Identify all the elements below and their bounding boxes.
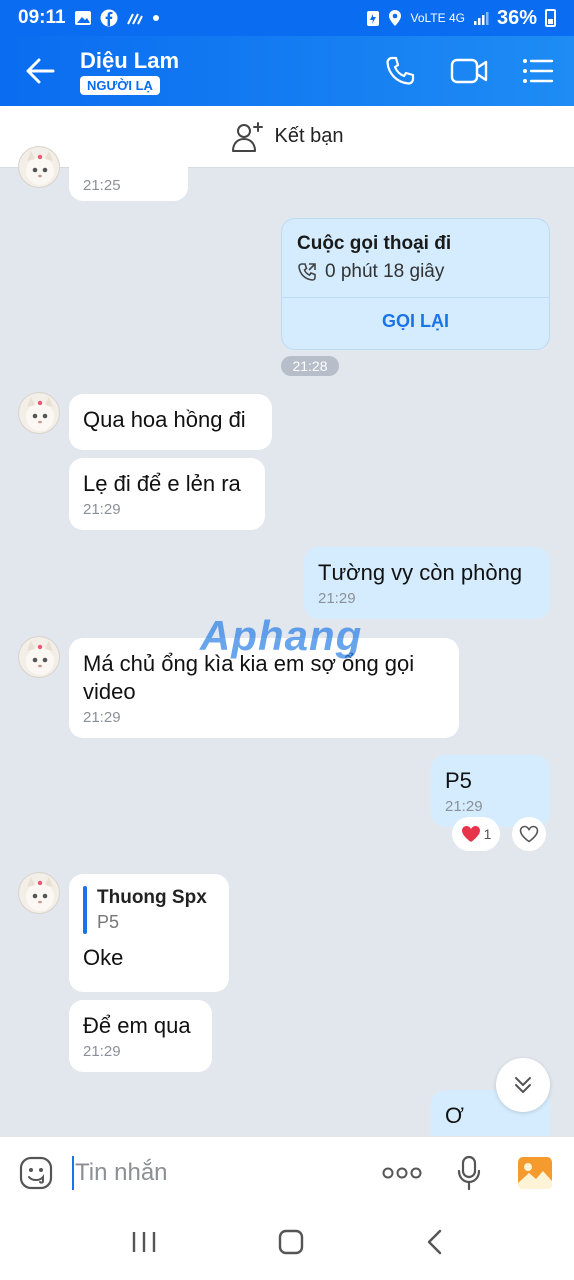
avatar[interactable] [18,872,60,914]
message-time: 21:25 [83,177,121,194]
message-time: 21:29 [83,501,121,518]
message-time: 21:29 [445,798,483,815]
phone-outgoing-icon [298,263,316,281]
signal-slash-icon [126,13,143,25]
microphone-icon[interactable] [456,1155,482,1191]
status-notification-icons [74,9,160,27]
call-log-card: Cuộc gọi thoại đi 0 phút 18 giây GỌI LẠI [281,218,550,350]
message-time: 21:29 [83,1043,121,1060]
add-friend-label: Kết bạn [274,125,344,147]
call-duration-text: 0 phút 18 giây [325,261,445,282]
message-bubble[interactable]: P5 21:29 [431,755,550,827]
message-bubble[interactable]: Để em qua 21:29 [69,1000,212,1072]
header-actions [384,55,574,87]
image-icon[interactable] [516,1155,554,1191]
stranger-badge: NGƯỜI LẠ [80,75,160,95]
call-back-button[interactable]: GỌI LẠI [282,311,549,332]
message-text: Ơ [445,1103,464,1128]
emoji-icon[interactable] [0,1155,72,1191]
dot-icon [152,15,159,21]
message-text: Qua hoa hồng đi [83,407,246,432]
avatar[interactable] [18,392,60,434]
avatar[interactable] [18,146,60,188]
quote-text: P5 [97,912,120,932]
scroll-to-bottom-button[interactable] [496,1058,550,1112]
message-bubble[interactable]: Tường vy còn phòng 21:29 [304,547,550,619]
avatar[interactable] [18,636,60,678]
signal-icon [473,12,489,25]
system-nav-bar [0,1208,574,1280]
divider [282,297,549,298]
add-person-icon [231,121,263,152]
message-text: Tường vy còn phòng [318,560,523,585]
call-duration: 0 phút 18 giây [297,261,444,283]
quoted-message[interactable]: Thuong Spx P5 [83,886,215,934]
heart-icon [461,826,480,842]
back-icon[interactable] [425,1229,443,1260]
watermark-logo: Aphang [200,612,363,659]
double-chevron-down-icon [515,1077,531,1093]
message-time: 21:29 [83,709,121,726]
status-time: 09:11 [18,7,66,28]
more-icon[interactable] [382,1166,422,1180]
message-input-placeholder: Tin nhắn [75,1158,168,1186]
heart-outline-icon [519,825,539,843]
text-cursor [72,1155,74,1190]
message-time: 21:29 [318,590,356,607]
facebook-icon [100,9,118,27]
quote-bar [83,886,87,934]
message-text: Lẹ đi để e lẻn ra [83,471,241,496]
back-arrow-icon[interactable] [0,36,80,106]
gallery-icon [74,11,91,25]
message-text: Để em qua [83,1013,191,1038]
menu-icon[interactable] [522,57,554,85]
recent-apps-icon[interactable] [131,1230,157,1259]
location-icon [389,10,402,26]
message-text: P5 [445,768,472,793]
message-bubble[interactable]: Lẹ đi để e lẻn ra 21:29 [69,458,265,530]
message-bubble[interactable]: Qua hoa hồng đi [69,394,272,450]
message-bubble[interactable]: Thuong Spx P5 Oke [69,874,229,992]
call-time-pill: 21:28 [281,356,339,376]
status-bar: 09:11 VoLTE 4G 36% [0,0,574,36]
reaction-count: 1 [483,826,492,842]
chat-title[interactable]: Diệu Lam NGƯỜI LẠ [80,48,179,95]
video-call-icon[interactable] [450,57,488,85]
status-right-icons: VoLTE 4G 36% [366,7,556,30]
contact-name: Diệu Lam [80,47,180,73]
reaction-badge[interactable]: 1 [452,817,500,851]
message-text: Oke [83,945,124,970]
network-type: VoLTE 4G [410,11,465,25]
battery-percent: 36% [496,6,537,29]
quote-author: Thuong Spx [97,887,207,908]
like-button[interactable] [512,817,546,851]
call-title: Cuộc gọi thoại đi [297,233,452,254]
message-input-bar: Tin nhắn [0,1136,574,1208]
battery-icon [545,9,556,27]
battery-saver-icon [367,11,380,26]
chat-header: Diệu Lam NGƯỜI LẠ [0,36,574,106]
phone-icon[interactable] [384,55,416,87]
input-actions [382,1155,574,1191]
home-icon[interactable] [278,1229,304,1260]
message-input[interactable]: Tin nhắn [72,1155,382,1190]
message-bubble[interactable]: 21:25 [69,152,188,201]
